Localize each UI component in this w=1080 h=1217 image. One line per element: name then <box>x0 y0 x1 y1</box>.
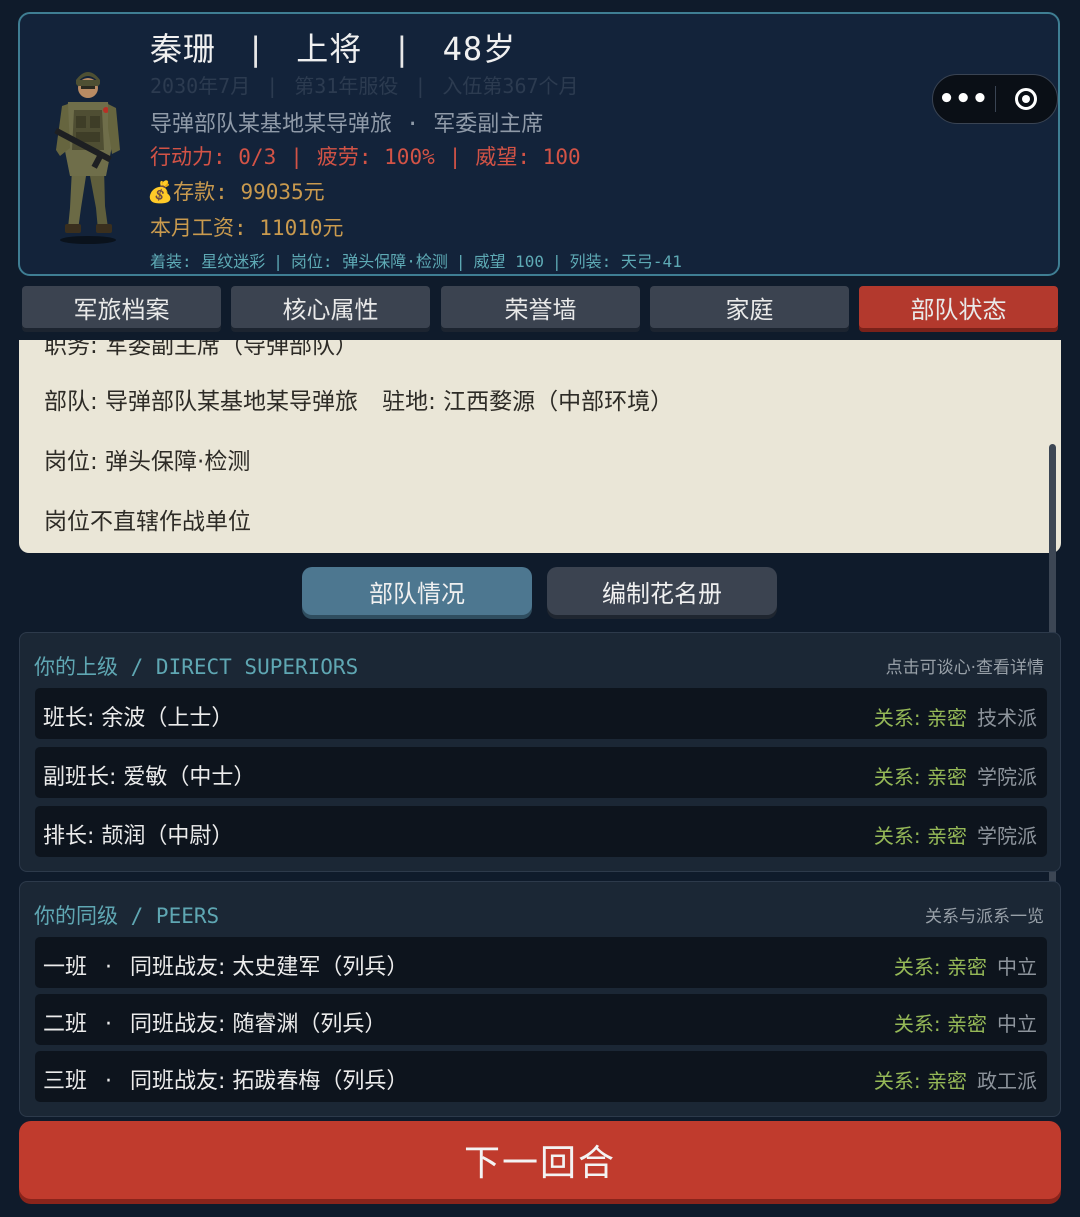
name-rank-age: 秦珊 | 上将 | 48岁 <box>150 30 517 68</box>
squad-label: 三班 <box>43 1069 88 1094</box>
close-miniprogram-button[interactable] <box>995 74 1057 124</box>
duty-line: 职务: 军委副主席（导弹部队） <box>44 340 359 359</box>
peers-title: 你的同级 / PEERS <box>34 904 220 928</box>
superior-name: 副班长: 爱敏（中士） <box>43 765 256 790</box>
peer-row[interactable]: 一班 · 同班战友: 太史建军（列兵） 关系: 亲密 中立 <box>35 937 1047 988</box>
savings-line: 💰存款: 99035元 <box>147 176 325 206</box>
faction: 学院派 <box>977 824 1037 848</box>
relation-status: 关系: 亲密 <box>893 955 987 979</box>
unit-station-line: 部队: 导弹部队某基地某导弹旅 驻地: 江西婺源（中部环境） <box>44 382 673 416</box>
superior-row[interactable]: 排长: 颉润（中尉） 关系: 亲密 学院派 <box>35 806 1047 857</box>
service-year: 第31年服役 <box>294 74 399 98</box>
faction: 中立 <box>997 955 1037 979</box>
next-turn-button[interactable]: 下一回合 <box>19 1121 1061 1199</box>
superiors-section: 你的上级 / DIRECT SUPERIORS 点击可谈心·查看详情 班长: 余… <box>19 632 1061 872</box>
current-date: 2030年7月 <box>150 74 251 98</box>
peer-identity: 同班战友: 拓跋春梅（列兵） <box>130 1069 409 1094</box>
status-stats: 行动力: 0/3 | 疲劳: 100% | 威望: 100 <box>150 145 581 169</box>
profile-card[interactable]: 秦珊 | 上将 | 48岁 2030年7月 | 第31年服役 | 入伍第367个月 导弹部队某基… <box>18 12 1060 276</box>
relation-info: 关系: 亲密 政工派 <box>874 1065 1037 1094</box>
relation-status: 关系: 亲密 <box>873 824 967 848</box>
station-label: 驻地: 江西婺源（中部环境） <box>382 389 674 415</box>
superiors-title: 你的上级 / DIRECT SUPERIORS <box>34 655 359 679</box>
peer-row[interactable]: 二班 · 同班战友: 随睿渊（列兵） 关系: 亲密 中立 <box>35 994 1047 1045</box>
unit-name: 导弹部队某基地某导弹旅 <box>150 112 393 137</box>
savings: 存款: 99035元 <box>173 180 325 204</box>
relation-status: 关系: 亲密 <box>873 1069 967 1093</box>
peer-identity: 同班战友: 太史建军（列兵） <box>130 955 409 980</box>
post-info: 岗位: 弹头保障·检测 <box>290 252 448 271</box>
service-timeline: 2030年7月 | 第31年服役 | 入伍第367个月 <box>150 74 579 98</box>
peer-name: 三班 · 同班战友: 拓跋春梅（列兵） <box>43 1069 409 1094</box>
tab-family[interactable]: 家庭 <box>650 286 849 328</box>
superior-name: 排长: 颉润（中尉） <box>43 824 234 849</box>
relation-info: 关系: 亲密 技术派 <box>874 702 1037 731</box>
tab-military-archive[interactable]: 军旅档案 <box>22 286 221 328</box>
character-age: 48岁 <box>442 30 517 68</box>
superior-name: 班长: 余波（上士） <box>43 706 234 731</box>
enlisted-months: 入伍第367个月 <box>442 74 579 98</box>
character-rank: 上将 <box>296 30 363 68</box>
salary: 本月工资: 11010元 <box>150 216 344 240</box>
target-circle-icon <box>1015 88 1038 110</box>
unit-label: 部队: 导弹部队某基地某导弹旅 <box>44 389 359 415</box>
subtab-roster[interactable]: 编制花名册 <box>547 567 777 615</box>
faction: 政工派 <box>977 1069 1037 1093</box>
equipment-model: 列装: 天弓-41 <box>569 252 682 271</box>
faction: 技术派 <box>977 706 1037 730</box>
uniform-info: 着装: 星纹迷彩 <box>150 252 266 271</box>
superior-row[interactable]: 班长: 余波（上士） 关系: 亲密 技术派 <box>35 688 1047 739</box>
peer-name: 二班 · 同班战友: 随睿渊（列兵） <box>43 1012 387 1037</box>
action-points: 行动力: 0/3 <box>150 145 277 169</box>
position-name: 军委副主席 <box>433 112 544 137</box>
post-line: 岗位: 弹头保障·检测 <box>44 449 251 475</box>
tab-core-attributes[interactable]: 核心属性 <box>231 286 430 328</box>
superiors-hint: 点击可谈心·查看详情 <box>885 658 1044 678</box>
faction: 学院派 <box>977 765 1037 789</box>
prestige: 威望: 100 <box>475 145 581 169</box>
relation-status: 关系: 亲密 <box>873 706 967 730</box>
peers-section: 你的同级 / PEERS 关系与派系一览 一班 · 同班战友: 太史建军（列兵） 关… <box>19 881 1061 1117</box>
unit-position: 导弹部队某基地某导弹旅 · 军委副主席 <box>150 112 544 137</box>
fatigue: 疲劳: 100% <box>316 145 435 169</box>
command-note: 岗位不直辖作战单位 <box>44 509 251 535</box>
game-screen: 秦珊 | 上将 | 48岁 2030年7月 | 第31年服役 | 入伍第367个月 导弹部队某基… <box>0 0 1080 1217</box>
relation-info: 关系: 亲密 学院派 <box>874 761 1037 790</box>
soldier-avatar <box>54 72 120 244</box>
faction: 中立 <box>997 1012 1037 1036</box>
squad-label: 二班 <box>43 1012 88 1037</box>
more-options-icon[interactable]: ••• <box>933 74 995 124</box>
character-name: 秦珊 <box>150 30 217 68</box>
relation-status: 关系: 亲密 <box>873 765 967 789</box>
tab-unit-status[interactable]: 部队状态 <box>859 286 1058 328</box>
peer-name: 一班 · 同班战友: 太史建军（列兵） <box>43 955 409 980</box>
superior-row[interactable]: 副班长: 爱敏（中士） 关系: 亲密 学院派 <box>35 747 1047 798</box>
relation-info: 关系: 亲密 中立 <box>894 951 1037 980</box>
subtab-unit-situation[interactable]: 部队情况 <box>302 567 532 615</box>
equipment-info: 着装: 星纹迷彩 | 岗位: 弹头保障·检测 | 威望 100 | 列装: 天弓-41 <box>150 252 682 271</box>
peer-row[interactable]: 三班 · 同班战友: 拓跋春梅（列兵） 关系: 亲密 政工派 <box>35 1051 1047 1102</box>
relation-info: 关系: 亲密 中立 <box>894 1008 1037 1037</box>
prestige-info: 威望 100 <box>473 252 545 271</box>
relation-info: 关系: 亲密 学院派 <box>874 820 1037 849</box>
moneybag-icon: 💰 <box>147 180 174 204</box>
miniprogram-capsule: ••• <box>932 74 1058 124</box>
tab-honor-wall[interactable]: 荣誉墙 <box>441 286 640 328</box>
squad-label: 一班 <box>43 955 88 980</box>
unit-detail-panel[interactable]: 职务: 军委副主席（导弹部队） 部队: 导弹部队某基地某导弹旅 驻地: 江西婺源（… <box>19 340 1061 553</box>
relation-status: 关系: 亲密 <box>893 1012 987 1036</box>
peers-hint: 关系与派系一览 <box>925 907 1044 927</box>
peer-identity: 同班战友: 随睿渊（列兵） <box>130 1012 387 1037</box>
